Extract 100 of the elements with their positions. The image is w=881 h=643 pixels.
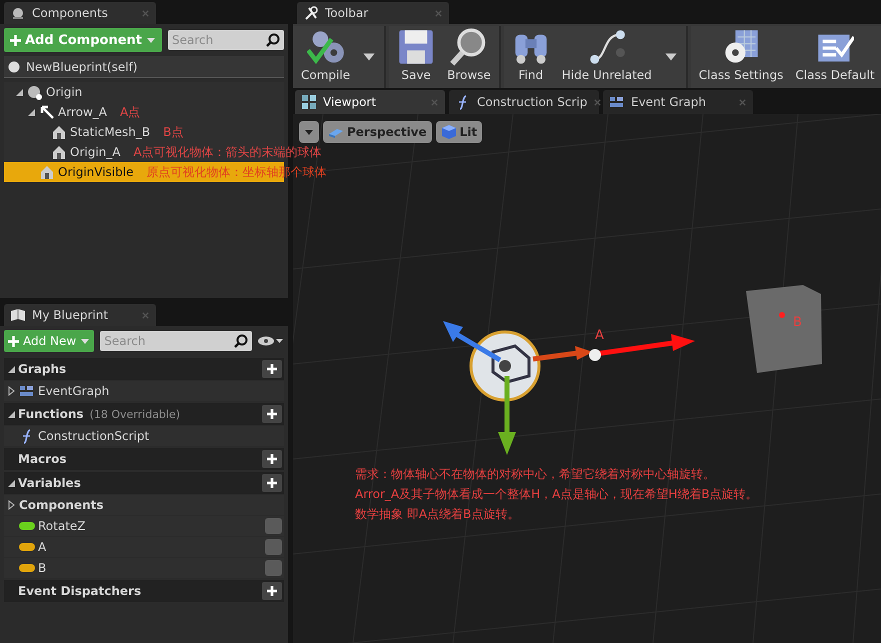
caret-icon — [146, 35, 156, 45]
annotation-text: 数学抽象 即A点绕着B点旋转。 — [355, 506, 520, 523]
tools-icon — [303, 5, 319, 21]
tree-item[interactable]: Origin — [4, 82, 284, 102]
options-dropdown[interactable] — [299, 121, 319, 143]
item-label: Components — [19, 498, 104, 512]
panel-tab[interactable]: Toolbar — [297, 2, 449, 24]
house-icon — [51, 124, 67, 140]
expanded-arrow-icon[interactable] — [26, 107, 36, 117]
visibility-toggle[interactable] — [265, 560, 282, 576]
point-label: A — [595, 328, 604, 343]
item-label: Origin_A — [70, 145, 120, 159]
add-button[interactable] — [262, 582, 282, 600]
tree-item[interactable]: NewBlueprint(self) — [4, 56, 284, 78]
plus-icon — [266, 363, 278, 375]
toolbar-button[interactable]: Class Settings — [694, 26, 788, 88]
viewport-button[interactable]: Perspective — [323, 121, 432, 143]
toolbar-button[interactable]: Browse — [443, 26, 495, 88]
plus-icon — [8, 336, 19, 346]
item-label: EventGraph — [38, 384, 110, 398]
add-button[interactable] — [262, 450, 282, 468]
eye-icon[interactable] — [258, 335, 284, 347]
section-header[interactable]: Graphs — [4, 358, 284, 380]
collapsed-arrow-icon[interactable] — [6, 500, 16, 510]
caret-icon — [304, 127, 314, 137]
plus-icon — [266, 585, 278, 597]
collapsed-arrow-icon[interactable] — [6, 386, 16, 396]
section-header[interactable]: Event Dispatchers — [4, 580, 284, 602]
item-label: Origin — [46, 85, 82, 99]
toolbar-button[interactable]: Hide Unrelated — [558, 26, 656, 88]
tab-label: Toolbar — [325, 6, 370, 20]
tab-label: Components — [32, 6, 109, 20]
panel-tab[interactable]: My Blueprint — [4, 304, 156, 326]
section-title: Functions — [18, 407, 84, 421]
annotation-text: Arror_A及其子物体看成一个整体H，A点是轴心，现在希望H绕着B点旋转。 — [355, 486, 758, 503]
floppy-icon — [397, 28, 436, 66]
tab-label: My Blueprint — [32, 308, 110, 322]
section-note: (18 Overridable) — [90, 408, 182, 420]
visibility-toggle[interactable] — [265, 539, 282, 555]
sphere-icon — [8, 60, 20, 72]
point-marker — [779, 312, 785, 318]
graph-icon — [19, 383, 35, 399]
add-button[interactable] — [262, 474, 282, 492]
toolbar-button[interactable]: Find — [508, 26, 554, 88]
point-label: B — [793, 315, 802, 330]
section-title: Variables — [18, 476, 81, 490]
annotation-text: 需求：物体轴心不在物体的对称中心，希望它绕着对称中心轴旋转。 — [355, 466, 716, 483]
tree-item[interactable]: StaticMesh_B B点 — [4, 122, 284, 142]
section-header[interactable]: Variables — [4, 472, 284, 494]
item-label: RotateZ — [38, 519, 86, 533]
viewport-button[interactable]: Lit — [436, 121, 482, 143]
list-item[interactable]: RotateZ — [4, 516, 284, 536]
plus-icon — [266, 453, 278, 465]
cube-icon — [440, 124, 457, 140]
add-button[interactable] — [262, 360, 282, 378]
item-label: Arrow_A — [58, 105, 107, 119]
branch-icon — [588, 28, 626, 66]
panel-tab[interactable]: Components — [4, 2, 156, 24]
annotation-text: A点可视化物体：箭头的末端的球体 — [133, 144, 322, 160]
item-label: ConstructionScript — [38, 429, 150, 443]
editor-tab[interactable]: Event Graph — [603, 90, 753, 114]
tree-item[interactable]: Arrow_A A点 — [4, 102, 284, 122]
toolbar-button[interactable]: Save — [393, 26, 440, 88]
plus-icon — [10, 34, 21, 46]
annotation-text: B点 — [163, 124, 184, 140]
item-label: OriginVisible — [58, 165, 134, 179]
expanded-arrow-icon[interactable] — [6, 364, 16, 374]
editor-tab[interactable]: Viewport — [295, 90, 445, 114]
add-button[interactable] — [262, 405, 282, 423]
section-title: Graphs — [18, 362, 66, 376]
section-title: Event Dispatchers — [18, 584, 142, 598]
list-item[interactable]: A — [4, 537, 284, 557]
search-icon — [266, 33, 280, 47]
visibility-toggle[interactable] — [265, 518, 282, 534]
list-item[interactable]: ConstructionScript — [4, 426, 284, 446]
editor-tab[interactable]: Construction Scrip — [449, 90, 599, 114]
item-label: A — [38, 540, 46, 554]
tree-item[interactable]: Origin_A A点可视化物体：箭头的末端的球体 — [4, 142, 322, 162]
sphere-icon — [27, 84, 43, 100]
expanded-arrow-icon[interactable] — [6, 478, 16, 488]
graph-icon — [609, 94, 625, 110]
list-item[interactable]: EventGraph — [4, 381, 284, 401]
expanded-arrow-icon[interactable] — [6, 409, 16, 419]
search-icon — [450, 28, 488, 66]
list-item[interactable]: Components — [4, 495, 284, 515]
search-field[interactable]: Search — [168, 30, 284, 50]
section-header[interactable]: Macros — [4, 448, 284, 470]
house-icon — [51, 144, 67, 160]
close-icon[interactable] — [593, 98, 602, 106]
toolbar-button[interactable]: Class Default — [791, 26, 879, 88]
book-icon — [10, 307, 26, 323]
list-item[interactable]: B — [4, 558, 284, 578]
annotation-text: A点 — [120, 104, 140, 120]
viewport-icon — [301, 94, 317, 110]
search-field[interactable]: Search — [100, 331, 252, 351]
section-header[interactable]: Functions (18 Overridable) — [4, 403, 284, 425]
item-label: NewBlueprint(self) — [26, 60, 138, 74]
expanded-arrow-icon[interactable] — [14, 87, 24, 97]
plus-icon — [266, 408, 278, 420]
item-label: B — [38, 561, 46, 575]
